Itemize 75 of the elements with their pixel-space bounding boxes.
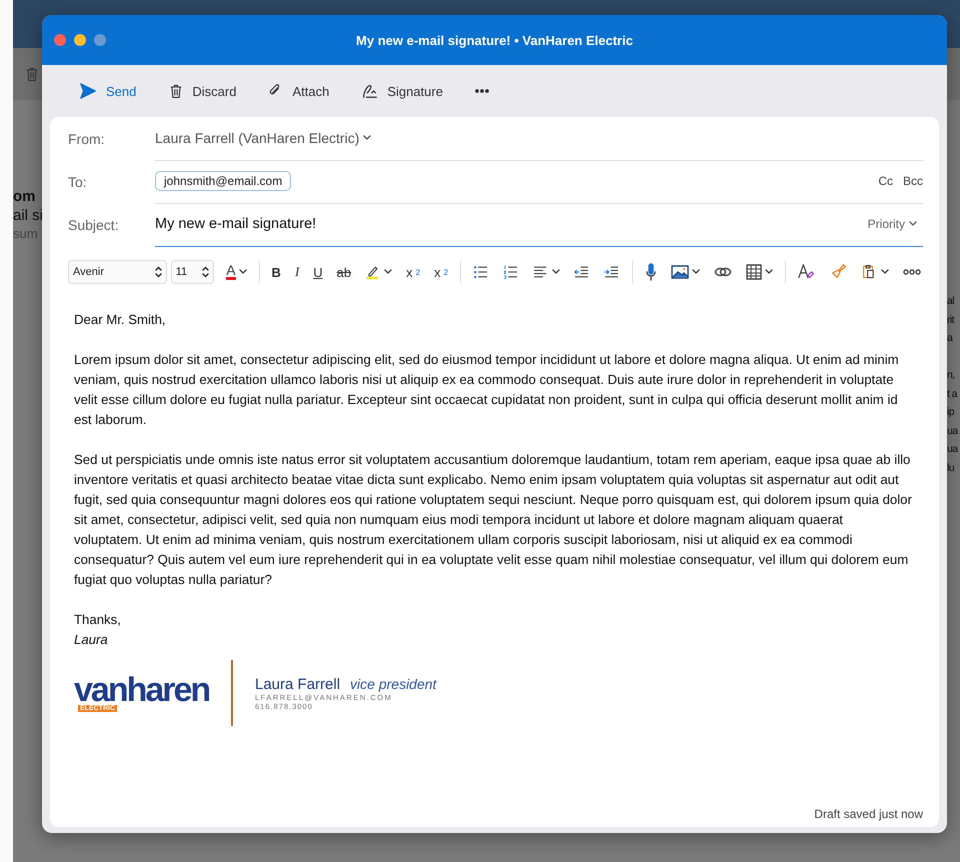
more-button[interactable] <box>472 87 491 95</box>
closing-text: Thanks, <box>74 611 122 629</box>
background-text: ail si <box>13 207 44 224</box>
table-icon <box>746 264 762 280</box>
priority-dropdown[interactable]: Priority <box>862 216 923 232</box>
stepper-icon <box>154 266 162 278</box>
caret-icon <box>384 269 392 275</box>
send-icon <box>78 82 98 100</box>
caret-icon <box>692 269 700 275</box>
logo-text: vanharen <box>74 674 209 704</box>
image-icon <box>671 264 690 280</box>
discard-button[interactable]: Discard <box>166 80 238 102</box>
font-color-button[interactable]: A <box>224 264 249 280</box>
caret-icon <box>238 269 247 275</box>
background-text: al <box>947 294 954 309</box>
body-paragraph: Lorem ipsum dolor sit amet, consectetur adipiscing elit, sed do eiusmod tempor incididunt ut labore et dolore magna aliqua. Ut enim ad minim veniam, quis nostrud exercitation ullamco laboris nisi ut aliquip ex ea commodo consequat. Duis aute irure dolor in reprehenderit in voluptate velit esse cillum dolore eu fugiat nulla pariatur. Excepteur sint occaecat cupidatat non proident, sunt in culpa qui officia deserunt mollit anim id est laborum. <box>74 351 900 429</box>
caret-icon <box>909 221 917 227</box>
more-icon <box>474 89 489 93</box>
caret-icon <box>765 269 774 275</box>
bcc-button[interactable]: Bcc <box>902 174 923 188</box>
more-icon[interactable] <box>901 268 923 276</box>
to-label: To: <box>68 174 88 190</box>
signature-name: Laura Farrell <box>255 676 340 692</box>
background-text: ua <box>947 424 958 438</box>
indent-icon <box>604 264 620 280</box>
background-text: ip <box>947 405 954 420</box>
font-size-select[interactable]: 11 <box>170 260 214 284</box>
cc-button[interactable]: Cc <box>878 174 893 188</box>
draft-status: Draft saved just now <box>814 807 923 823</box>
styles-icon <box>798 263 816 281</box>
italic-button[interactable]: I <box>292 264 302 280</box>
send-button[interactable]: Send <box>76 80 138 102</box>
subject-label: Subject: <box>68 216 120 232</box>
trash-icon <box>168 82 184 100</box>
attach-button[interactable]: Attach <box>266 81 332 101</box>
body-paragraph: Sed ut perspiciatis unde omnis iste natus error sit voluptatem accusantium doloremque laudantium, totam rem aperiam, eaque ipsa quae ab illo inventore veritatis et quasi architecto beatae vitae dicta sunt explicabo. Nemo enim ipsam voluptatem quia voluptas sit aspernatur aut odit aut fugit, sed quia consequuntur magni dolores eos qui ratione voluptatem sequi nesciunt. Neque porro quisquam est, qui dolorem ipsum quia dolor sit amet, consectetur, adipisci velit, sed quia non numquam eius modi tempora incidunt ut labore et dolore magnam aliquam quaerat voluptatem. Ut enim ad minima veniam, quis nostrum exercitationem ullam corporis suscipit laboriosam, nisi ut aliquid ex ea commodi consequatur? Quis autem vel eum iure reprehenderit qui in ea voluptate velit esse quam nihil molestiae consequatur, vel illum qui dolorem eum fugiat quo voluptas nulla pariatur? <box>74 451 913 589</box>
signature-title: vice president <box>350 676 436 692</box>
paintbrush-icon <box>830 263 848 281</box>
from-label: From: <box>68 130 106 146</box>
background-text: ua <box>947 442 958 457</box>
outdent-icon <box>574 264 590 280</box>
insert-picture-button[interactable] <box>669 264 702 280</box>
bold-button[interactable]: B <box>270 264 283 280</box>
strikethrough-button[interactable]: ab <box>334 264 354 280</box>
font-select[interactable]: Avenir <box>68 260 167 284</box>
stepper-icon <box>202 266 210 278</box>
link-icon <box>714 265 732 279</box>
caret-icon <box>552 269 560 275</box>
paste-button[interactable] <box>860 263 891 281</box>
microphone-icon <box>645 263 658 281</box>
recipient-chip[interactable]: johnsmith@email.com <box>155 171 292 191</box>
superscript-button[interactable]: x$^{2}$ <box>404 264 422 280</box>
greeting-text: Dear Mr. Smith, <box>74 311 167 329</box>
background-text: om <box>13 188 36 205</box>
trash-icon <box>24 65 40 83</box>
signature-button[interactable]: Signature <box>359 80 445 102</box>
align-button[interactable] <box>531 264 562 280</box>
minimize-button[interactable] <box>74 34 86 46</box>
background-text: n, <box>947 368 955 383</box>
window-title: My new e-mail signature! • VanHaren Electric <box>355 32 634 48</box>
table-button[interactable] <box>744 264 776 280</box>
background-text: lu <box>947 460 954 476</box>
bulleted-list-icon <box>473 264 490 280</box>
background-text: a <box>947 331 952 346</box>
from-dropdown[interactable]: Laura Farrell (VanHaren Electric) <box>155 130 372 146</box>
underline-button[interactable]: U <box>311 264 325 280</box>
subject-field[interactable]: My new e-mail signature! <box>155 216 316 232</box>
background-text: t a <box>947 386 957 402</box>
closing-name: Laura <box>74 631 109 649</box>
align-left-icon <box>533 264 550 280</box>
background-text: rit <box>947 312 954 328</box>
caret-icon <box>363 135 372 141</box>
numbered-list-icon <box>503 264 520 280</box>
caret-icon <box>881 269 889 275</box>
pen-icon <box>361 82 380 100</box>
